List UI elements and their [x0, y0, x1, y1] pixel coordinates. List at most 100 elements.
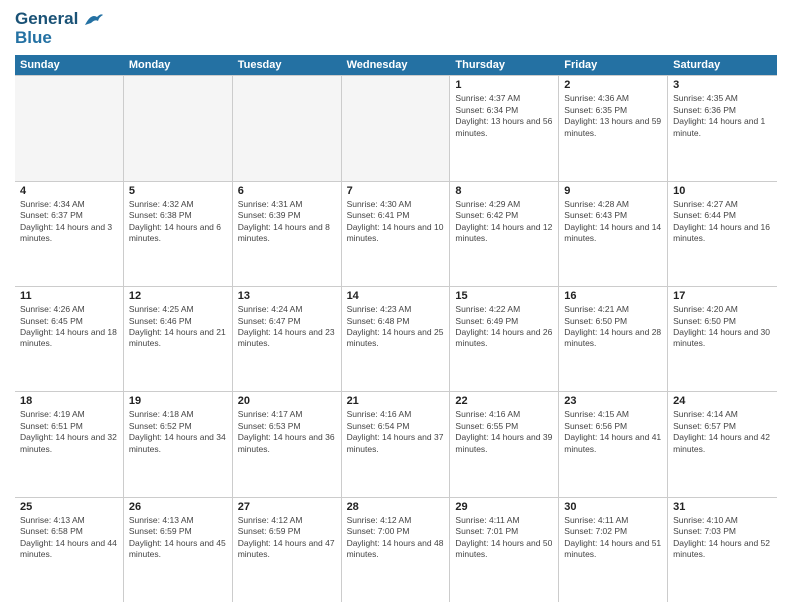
calendar-cell: 5Sunrise: 4:32 AM Sunset: 6:38 PM Daylig…	[124, 182, 233, 286]
day-number: 23	[564, 395, 662, 407]
day-number: 22	[455, 395, 553, 407]
day-number: 17	[673, 290, 772, 302]
day-number: 7	[347, 185, 445, 197]
calendar-cell: 18 Sunrise: 4:19 AM Sunset: 6:51 PM Dayli…	[15, 392, 124, 496]
day-info: Sunrise: 4:24 AM Sunset: 6:47 PM Dayligh…	[238, 304, 336, 350]
day-number: 21	[347, 395, 445, 407]
calendar-cell: 3Sunrise: 4:35 AM Sunset: 6:36 PM Daylig…	[668, 76, 777, 180]
logo-line1: General	[15, 10, 105, 29]
day-info: Sunrise: 4:31 AM Sunset: 6:39 PM Dayligh…	[238, 199, 336, 245]
day-number: 9	[564, 185, 662, 197]
calendar-cell: 16Sunrise: 4:21 AM Sunset: 6:50 PM Dayli…	[559, 287, 668, 391]
col-header-monday: Monday	[124, 55, 233, 75]
day-number: 11	[20, 290, 118, 302]
day-info: Sunrise: 4:26 AM Sunset: 6:45 PM Dayligh…	[20, 304, 118, 350]
calendar-cell	[15, 76, 124, 180]
calendar-cell: 9 Sunrise: 4:28 AM Sunset: 6:43 PM Daylig…	[559, 182, 668, 286]
day-info: Sunrise: 4:19 AM Sunset: 6:51 PM Dayligh…	[20, 409, 118, 455]
day-number: 3	[673, 79, 772, 91]
calendar-cell: 27 Sunrise: 4:12 AM Sunset: 6:59 PM Dayli…	[233, 498, 342, 602]
calendar-cell: 28Sunrise: 4:12 AM Sunset: 7:00 PM Dayli…	[342, 498, 451, 602]
day-info: Sunrise: 4:18 AM Sunset: 6:52 PM Dayligh…	[129, 409, 227, 455]
header: General Blue	[15, 10, 777, 47]
calendar-row-1: 1 Sunrise: 4:37 AM Sunset: 6:34 PM Daylig…	[15, 76, 777, 181]
calendar-cell: 2Sunrise: 4:36 AM Sunset: 6:35 PM Daylig…	[559, 76, 668, 180]
calendar-cell: 12Sunrise: 4:25 AM Sunset: 6:46 PM Dayli…	[124, 287, 233, 391]
day-number: 18	[20, 395, 118, 407]
calendar-cell: 6 Sunrise: 4:31 AM Sunset: 6:39 PM Daylig…	[233, 182, 342, 286]
day-number: 19	[129, 395, 227, 407]
calendar-cell: 23 Sunrise: 4:15 AM Sunset: 6:56 PM Dayli…	[559, 392, 668, 496]
day-info: Sunrise: 4:30 AM Sunset: 6:41 PM Dayligh…	[347, 199, 445, 245]
calendar-cell: 30 Sunrise: 4:11 AM Sunset: 7:02 PM Dayli…	[559, 498, 668, 602]
day-number: 10	[673, 185, 772, 197]
day-info: Sunrise: 4:17 AM Sunset: 6:53 PM Dayligh…	[238, 409, 336, 455]
day-number: 4	[20, 185, 118, 197]
day-number: 15	[455, 290, 553, 302]
calendar-cell: 7 Sunrise: 4:30 AM Sunset: 6:41 PM Daylig…	[342, 182, 451, 286]
calendar-row-3: 11 Sunrise: 4:26 AM Sunset: 6:45 PM Dayli…	[15, 287, 777, 392]
calendar-cell: 1 Sunrise: 4:37 AM Sunset: 6:34 PM Daylig…	[450, 76, 559, 180]
day-info: Sunrise: 4:37 AM Sunset: 6:34 PM Dayligh…	[455, 93, 553, 139]
day-number: 26	[129, 501, 227, 513]
col-header-saturday: Saturday	[668, 55, 777, 75]
col-header-sunday: Sunday	[15, 55, 124, 75]
day-number: 31	[673, 501, 772, 513]
col-header-wednesday: Wednesday	[342, 55, 451, 75]
page: General Blue SundayMondayTuesdayWednesda…	[0, 0, 792, 612]
calendar-cell: 17 Sunrise: 4:20 AM Sunset: 6:50 PM Dayli…	[668, 287, 777, 391]
calendar-cell	[233, 76, 342, 180]
day-info: Sunrise: 4:28 AM Sunset: 6:43 PM Dayligh…	[564, 199, 662, 245]
day-info: Sunrise: 4:23 AM Sunset: 6:48 PM Dayligh…	[347, 304, 445, 350]
day-number: 14	[347, 290, 445, 302]
col-header-tuesday: Tuesday	[233, 55, 342, 75]
calendar-cell: 8Sunrise: 4:29 AM Sunset: 6:42 PM Daylig…	[450, 182, 559, 286]
calendar-cell: 19 Sunrise: 4:18 AM Sunset: 6:52 PM Dayli…	[124, 392, 233, 496]
calendar-cell: 4 Sunrise: 4:34 AM Sunset: 6:37 PM Daylig…	[15, 182, 124, 286]
day-number: 1	[455, 79, 553, 91]
day-info: Sunrise: 4:34 AM Sunset: 6:37 PM Dayligh…	[20, 199, 118, 245]
day-info: Sunrise: 4:16 AM Sunset: 6:55 PM Dayligh…	[455, 409, 553, 455]
calendar-cell: 22 Sunrise: 4:16 AM Sunset: 6:55 PM Dayli…	[450, 392, 559, 496]
calendar-header: SundayMondayTuesdayWednesdayThursdayFrid…	[15, 55, 777, 75]
day-info: Sunrise: 4:11 AM Sunset: 7:01 PM Dayligh…	[455, 515, 553, 561]
day-info: Sunrise: 4:29 AM Sunset: 6:42 PM Dayligh…	[455, 199, 553, 245]
logo-line2: Blue	[15, 29, 105, 48]
day-info: Sunrise: 4:22 AM Sunset: 6:49 PM Dayligh…	[455, 304, 553, 350]
day-info: Sunrise: 4:20 AM Sunset: 6:50 PM Dayligh…	[673, 304, 772, 350]
calendar-cell: 14 Sunrise: 4:23 AM Sunset: 6:48 PM Dayli…	[342, 287, 451, 391]
calendar-cell: 20 Sunrise: 4:17 AM Sunset: 6:53 PM Dayli…	[233, 392, 342, 496]
calendar-cell: 26 Sunrise: 4:13 AM Sunset: 6:59 PM Dayli…	[124, 498, 233, 602]
day-info: Sunrise: 4:10 AM Sunset: 7:03 PM Dayligh…	[673, 515, 772, 561]
day-info: Sunrise: 4:15 AM Sunset: 6:56 PM Dayligh…	[564, 409, 662, 455]
calendar-cell: 15 Sunrise: 4:22 AM Sunset: 6:49 PM Dayli…	[450, 287, 559, 391]
day-number: 2	[564, 79, 662, 91]
day-number: 29	[455, 501, 553, 513]
calendar-cell: 29 Sunrise: 4:11 AM Sunset: 7:01 PM Dayli…	[450, 498, 559, 602]
day-info: Sunrise: 4:16 AM Sunset: 6:54 PM Dayligh…	[347, 409, 445, 455]
day-info: Sunrise: 4:11 AM Sunset: 7:02 PM Dayligh…	[564, 515, 662, 561]
col-header-friday: Friday	[559, 55, 668, 75]
calendar: SundayMondayTuesdayWednesdayThursdayFrid…	[15, 55, 777, 602]
day-number: 30	[564, 501, 662, 513]
calendar-cell: 24Sunrise: 4:14 AM Sunset: 6:57 PM Dayli…	[668, 392, 777, 496]
day-number: 16	[564, 290, 662, 302]
col-header-thursday: Thursday	[450, 55, 559, 75]
calendar-cell: 21 Sunrise: 4:16 AM Sunset: 6:54 PM Dayli…	[342, 392, 451, 496]
calendar-cell	[124, 76, 233, 180]
day-number: 20	[238, 395, 336, 407]
day-number: 24	[673, 395, 772, 407]
day-number: 6	[238, 185, 336, 197]
day-info: Sunrise: 4:27 AM Sunset: 6:44 PM Dayligh…	[673, 199, 772, 245]
calendar-body: 1 Sunrise: 4:37 AM Sunset: 6:34 PM Daylig…	[15, 75, 777, 602]
day-number: 28	[347, 501, 445, 513]
day-info: Sunrise: 4:13 AM Sunset: 6:59 PM Dayligh…	[129, 515, 227, 561]
day-number: 25	[20, 501, 118, 513]
calendar-cell	[342, 76, 451, 180]
day-info: Sunrise: 4:12 AM Sunset: 6:59 PM Dayligh…	[238, 515, 336, 561]
calendar-cell: 31 Sunrise: 4:10 AM Sunset: 7:03 PM Dayli…	[668, 498, 777, 602]
day-number: 27	[238, 501, 336, 513]
logo: General Blue	[15, 10, 105, 47]
day-number: 5	[129, 185, 227, 197]
day-number: 12	[129, 290, 227, 302]
